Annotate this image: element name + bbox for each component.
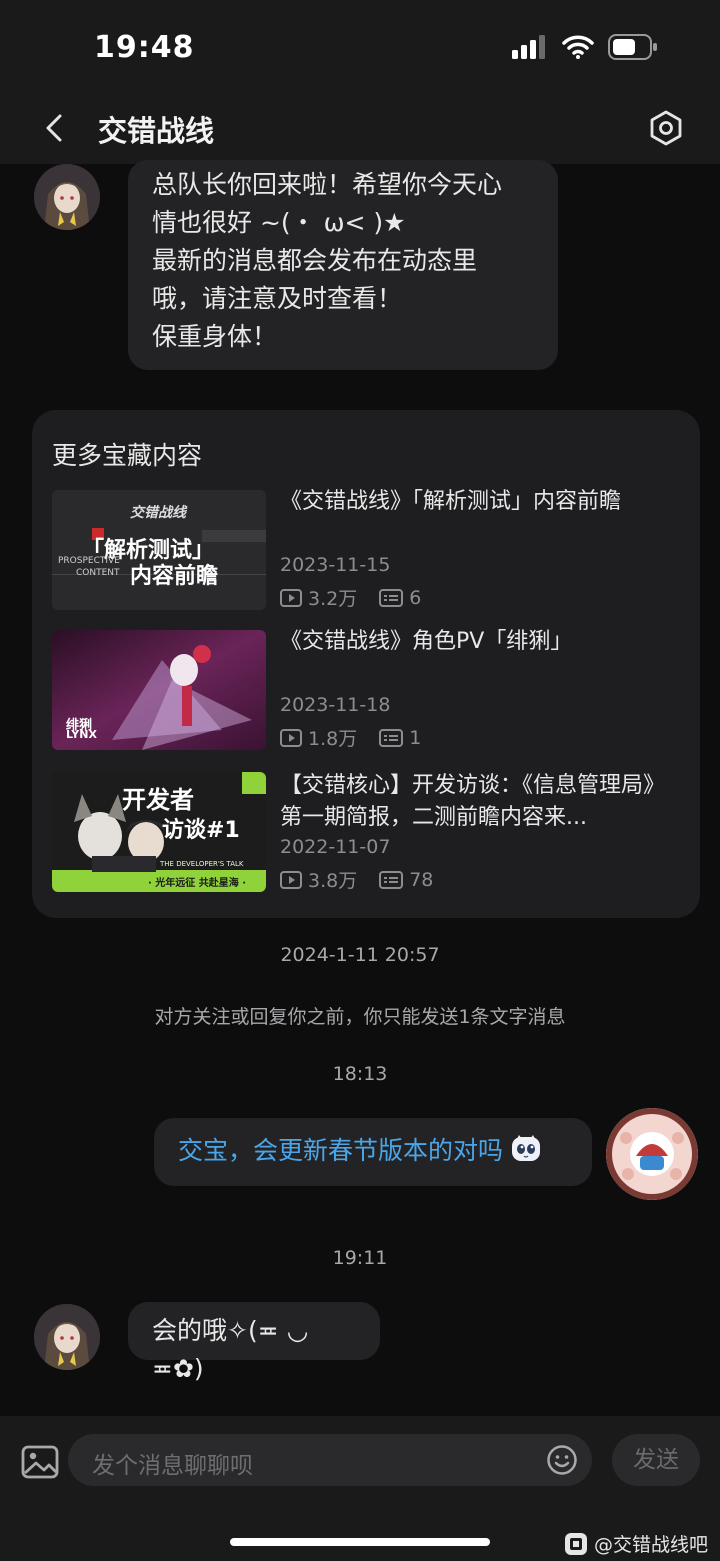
outgoing-bubble: 交宝，会更新春节版本的对吗 bbox=[154, 1118, 592, 1186]
thumb-en-text: THE DEVELOPER'S TALK bbox=[160, 860, 244, 868]
video-title: 《交错战线》角色PV「绯猁」 bbox=[280, 629, 573, 654]
greeting-line: 最新的消息都会发布在动态里 bbox=[152, 246, 478, 275]
back-icon[interactable] bbox=[36, 108, 76, 148]
play-count: 3.2万 bbox=[308, 588, 358, 610]
comment-count: 1 bbox=[409, 726, 422, 749]
thumb-subtext: PROSPECTIVE bbox=[58, 556, 120, 566]
danmaku-icon bbox=[379, 728, 404, 747]
timestamp: 19:11 bbox=[332, 1247, 388, 1269]
video-thumbnail: 绯猁 LYNX bbox=[52, 630, 266, 750]
thumb-logo: 交错战线 bbox=[130, 505, 186, 521]
outgoing-text: 交宝，会更新春节版本的对吗 bbox=[178, 1136, 504, 1165]
thumb-subtext: CONTENT bbox=[76, 568, 120, 578]
greeting-line: 情也很好 ~(・ ω< )★ bbox=[152, 208, 406, 237]
more-content-title: 更多宝藏内容 bbox=[52, 441, 203, 470]
message-input-bar: 发个消息聊聊呗 发送 @交错战线吧 bbox=[0, 1416, 720, 1561]
send-button[interactable]: 发送 bbox=[612, 1434, 700, 1486]
status-bar: 19:48 bbox=[0, 0, 720, 92]
play-count: 3.8万 bbox=[308, 870, 358, 892]
video-thumbnail: 开发者 访谈#1 THE DEVELOPER'S TALK · 光年远征 共赴星… bbox=[52, 772, 266, 892]
comment-count: 6 bbox=[409, 586, 422, 609]
watermark: @交错战线吧 bbox=[564, 1530, 708, 1557]
chat-header: 交错战线 bbox=[0, 92, 720, 164]
battery-icon bbox=[608, 34, 657, 60]
signal-icon bbox=[512, 35, 545, 59]
video-date: 2023-11-15 bbox=[280, 554, 391, 576]
greeting-line: 哦，请注意及时查看！ bbox=[152, 284, 403, 313]
video-date: 2023-11-18 bbox=[280, 694, 391, 716]
comment-count: 78 bbox=[409, 868, 434, 891]
more-content-card: 更多宝藏内容 交错战线 「解析测试」 内容前瞻 PROSPECTIVE CONT… bbox=[32, 410, 700, 918]
thumb-headline: 内容前瞻 bbox=[130, 564, 219, 589]
danmaku-icon bbox=[379, 870, 404, 889]
thumb-headline: 开发者 bbox=[122, 786, 194, 814]
timestamp: 2024-1-11 20:57 bbox=[280, 944, 440, 966]
video-item[interactable]: 绯猁 LYNX 《交错战线》角色PV「绯猁」 2023-11-18 1.8万 1 bbox=[52, 629, 680, 752]
greeting-line: 保重身体！ bbox=[152, 322, 278, 351]
play-count-icon bbox=[280, 588, 302, 607]
greeting-bubble: 总队长你回来啦！希望你今天心 情也很好 ~(・ ω< )★ 最新的消息都会发布在… bbox=[128, 160, 558, 370]
video-thumbnail: 交错战线 「解析测试」 内容前瞻 PROSPECTIVE CONTENT bbox=[52, 490, 266, 610]
thumb-character-en: LYNX bbox=[66, 728, 97, 741]
video-date: 2022-11-07 bbox=[280, 836, 391, 858]
send-limit-notice: 对方关注或回复你之前，你只能发送1条文字消息 bbox=[154, 1006, 566, 1028]
timestamp: 18:13 bbox=[332, 1063, 388, 1085]
video-title: 《交错战线》「解析测试」内容前瞻 bbox=[280, 489, 622, 514]
tieba-logo-icon bbox=[564, 1532, 587, 1555]
video-stats: 3.2万 6 bbox=[280, 584, 421, 611]
danmaku-icon bbox=[379, 588, 404, 607]
thumb-headline: 访谈#1 bbox=[162, 818, 240, 843]
emoji-icon[interactable] bbox=[546, 1444, 578, 1476]
avatar-image bbox=[34, 1304, 100, 1370]
video-stats: 1.8万 1 bbox=[280, 724, 421, 751]
settings-icon[interactable] bbox=[646, 108, 686, 148]
home-indicator bbox=[230, 1538, 490, 1546]
avatar-image bbox=[606, 1108, 698, 1200]
status-icons bbox=[512, 34, 658, 60]
avatar-image bbox=[34, 164, 100, 230]
status-time: 19:48 bbox=[94, 30, 195, 65]
message-input[interactable]: 发个消息聊聊呗 bbox=[68, 1434, 592, 1486]
greeting-line: 总队长你回来啦！希望你今天心 bbox=[152, 170, 503, 199]
user-avatar[interactable] bbox=[606, 1108, 698, 1200]
image-picker-icon[interactable] bbox=[20, 1442, 60, 1482]
play-count-icon bbox=[280, 728, 302, 747]
watermark-text: @交错战线吧 bbox=[593, 1534, 708, 1556]
official-avatar[interactable] bbox=[34, 164, 100, 230]
reply-text: 会的哦✧(≖ ◡ ≖✿) bbox=[152, 1316, 309, 1383]
play-count-icon bbox=[280, 870, 302, 889]
video-item[interactable]: 开发者 访谈#1 THE DEVELOPER'S TALK · 光年远征 共赴星… bbox=[52, 772, 680, 894]
video-item[interactable]: 交错战线 「解析测试」 内容前瞻 PROSPECTIVE CONTENT 《交错… bbox=[52, 489, 680, 612]
cute-face-emoji-icon bbox=[511, 1135, 540, 1161]
message-input-placeholder: 发个消息聊聊呗 bbox=[92, 1453, 253, 1479]
reply-bubble: 会的哦✧(≖ ◡ ≖✿) bbox=[128, 1302, 380, 1383]
chat-title: 交错战线 bbox=[98, 114, 215, 148]
video-title: 【交错核心】开发访谈：《信息管理局》第一期简报，二测前瞻内容来... bbox=[280, 773, 666, 830]
official-avatar[interactable] bbox=[34, 1304, 100, 1370]
video-stats: 3.8万 78 bbox=[280, 866, 433, 893]
wifi-icon bbox=[562, 35, 594, 59]
play-count: 1.8万 bbox=[308, 728, 358, 750]
thumb-slogan: · 光年远征 共赴星海 · bbox=[148, 878, 247, 889]
